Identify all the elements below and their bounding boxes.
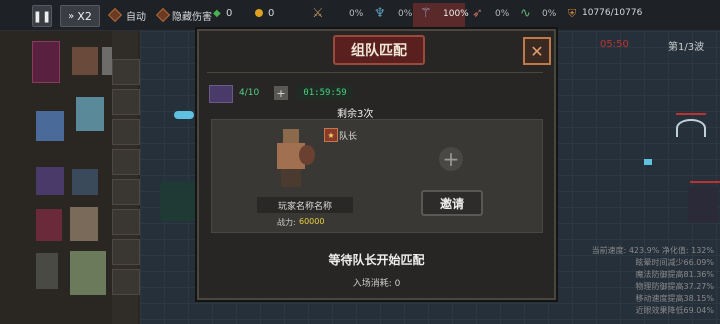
sword-icon: ⚔ [312,6,324,21]
add-attempts-button[interactable]: + [274,86,288,100]
warrior-unit[interactable] [72,47,98,75]
wave-counter: 第1/3波 [668,42,705,53]
power-value: 60000 [299,217,325,226]
slot-column [112,31,140,324]
stat-line: 当前速度: 423.9% 净化值: 132% [591,246,714,255]
player-avatar[interactable] [271,129,321,189]
captain-star-icon: ★ [324,128,338,142]
ice-unit[interactable] [36,111,64,141]
countdown-box: 01:59:59 [297,86,353,100]
avatar-legs [281,169,301,187]
skill-pct: 0% [495,9,510,19]
invite-button[interactable]: 邀请 [421,190,483,216]
captain-label: 队长 [339,132,358,142]
dragon-unit[interactable] [76,97,104,131]
ice-shard [644,159,652,165]
stat-line: 移动速度提高38.15% [635,294,714,303]
hide-damage-diamond-icon [155,7,171,23]
slot[interactable] [112,89,140,115]
auto-toggle[interactable]: 自动 [126,8,146,23]
power-label: 战力: [277,218,296,227]
enemy-hp-bar [676,113,706,115]
speed-button[interactable]: » X2 [60,5,100,27]
bat-unit[interactable] [36,167,64,195]
enemy-wraith[interactable] [676,119,706,137]
dialog-title: 组队匹配 [333,35,425,65]
skill-pct: 100% [443,9,469,19]
gem-count: 0 [226,8,233,19]
pause-button[interactable]: ❚❚ [32,5,52,27]
team-icon [209,85,233,103]
top-bar: ❚❚ » X2 自动 隐藏伤害 ◆ 0 0 ⚔ 0% ♆ 0% ⚚ 100% ➶… [0,0,720,31]
skill-pct: 0% [349,9,364,19]
moss-patch [160,181,200,221]
avatar-shield [299,145,315,165]
spirit-icon: ♆ [374,6,386,21]
archer-unit[interactable] [70,251,106,295]
gem-icon: ◆ [213,8,221,19]
entry-cost: 入场消耗: 0 [352,279,401,289]
player-name-text: 玩家名称名称 [277,201,332,212]
archer-icon: ➶ [472,6,483,21]
player-name: 玩家名称名称 [257,197,353,213]
remaining-attempts: 剩余3次 [337,109,374,120]
enemy-hp-bar [690,181,720,183]
banner-unit[interactable] [32,41,60,83]
stat-line: 近眼效果降低69.04% [635,306,714,315]
slot[interactable] [112,179,140,205]
gold-icon [255,9,263,17]
base-hp: 10776/10776 [582,8,643,18]
close-button[interactable]: ✕ [523,37,551,65]
skill-pct: 0% [542,9,557,19]
auto-diamond-icon [107,7,123,23]
stat-line: 物理防御提高37.27% [635,282,714,291]
stat-line: 魔法防御提高81.36% [635,270,714,279]
rogue-unit[interactable] [72,169,98,195]
avatar-head [283,129,299,143]
slot[interactable] [112,239,140,265]
shield-icon: ⛨ [568,7,577,20]
enemy-demon[interactable] [688,187,718,223]
close-icon: ✕ [530,41,544,61]
ice-projectile [174,111,194,119]
mage-unit[interactable] [36,209,62,241]
unit-panel [0,31,140,324]
slot[interactable] [112,269,140,295]
hide-damage-toggle[interactable]: 隐藏伤害 [172,8,212,23]
plus-icon: + [276,86,286,100]
slot[interactable] [112,59,140,85]
pause-icon: ❚❚ [32,9,52,23]
member-count: 4/10 [239,88,260,98]
slot[interactable] [112,149,140,175]
empty-slot-plus-icon[interactable]: + [439,147,463,171]
timer: 05:50 [600,39,629,50]
dancer-unit[interactable] [70,207,98,241]
stat-line: 眩晕时间减少66.09% [635,258,714,267]
member-panel [211,119,543,233]
slot[interactable] [112,209,140,235]
fast-forward-icon: » [68,10,75,22]
waiting-text: 等待队长开始匹配 [328,253,425,267]
divider [207,72,543,73]
gold-count: 0 [268,8,275,19]
skill-pct: 0% [398,9,413,19]
pillar-unit[interactable] [36,253,58,289]
serpent-icon: ∿ [520,6,531,21]
claw-icon: ⚚ [420,6,432,21]
team-match-dialog: 组队匹配 ✕ 4/10 + 01:59:59 剩余3次 ★ 队长 玩家名称名称 … [197,29,556,300]
slot[interactable] [112,119,140,145]
countdown-timer: 01:59:59 [303,88,347,98]
